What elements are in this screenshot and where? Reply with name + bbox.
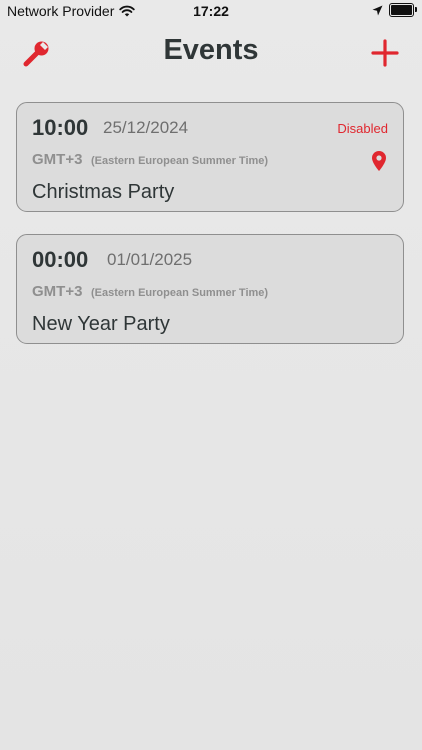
plus-icon — [371, 39, 399, 67]
event-title: Christmas Party — [32, 181, 175, 203]
battery-fill — [391, 5, 412, 15]
event-date: 01/01/2025 — [107, 250, 193, 269]
status-right — [372, 3, 417, 17]
location-pin-icon — [372, 151, 386, 171]
status-badge: Disabled — [337, 121, 388, 136]
event-time: 10:00 — [32, 115, 89, 140]
status-bar: Network Provider 17:22 — [0, 0, 422, 22]
event-gmt-offset: GMT+3 — [32, 283, 83, 300]
status-time: 17:22 — [193, 3, 229, 19]
add-event-button[interactable] — [370, 38, 400, 68]
event-card[interactable]: 00:00 01/01/2025 GMT+3 (Eastern European… — [16, 234, 404, 344]
event-card[interactable]: 10:00 25/12/2024 Disabled GMT+3 (Eastern… — [16, 102, 404, 212]
event-timezone-name: (Eastern European Summer Time) — [91, 287, 269, 299]
page-title: Events — [163, 34, 259, 66]
event-title: New Year Party — [32, 313, 170, 335]
event-date: 25/12/2024 — [103, 118, 189, 137]
event-time: 00:00 — [32, 247, 89, 272]
event-timezone-name: (Eastern European Summer Time) — [91, 155, 269, 167]
location-arrow-icon — [372, 5, 383, 15]
nav-bar: Events — [0, 30, 422, 74]
battery-icon — [389, 3, 417, 17]
event-gmt-offset: GMT+3 — [32, 151, 83, 168]
